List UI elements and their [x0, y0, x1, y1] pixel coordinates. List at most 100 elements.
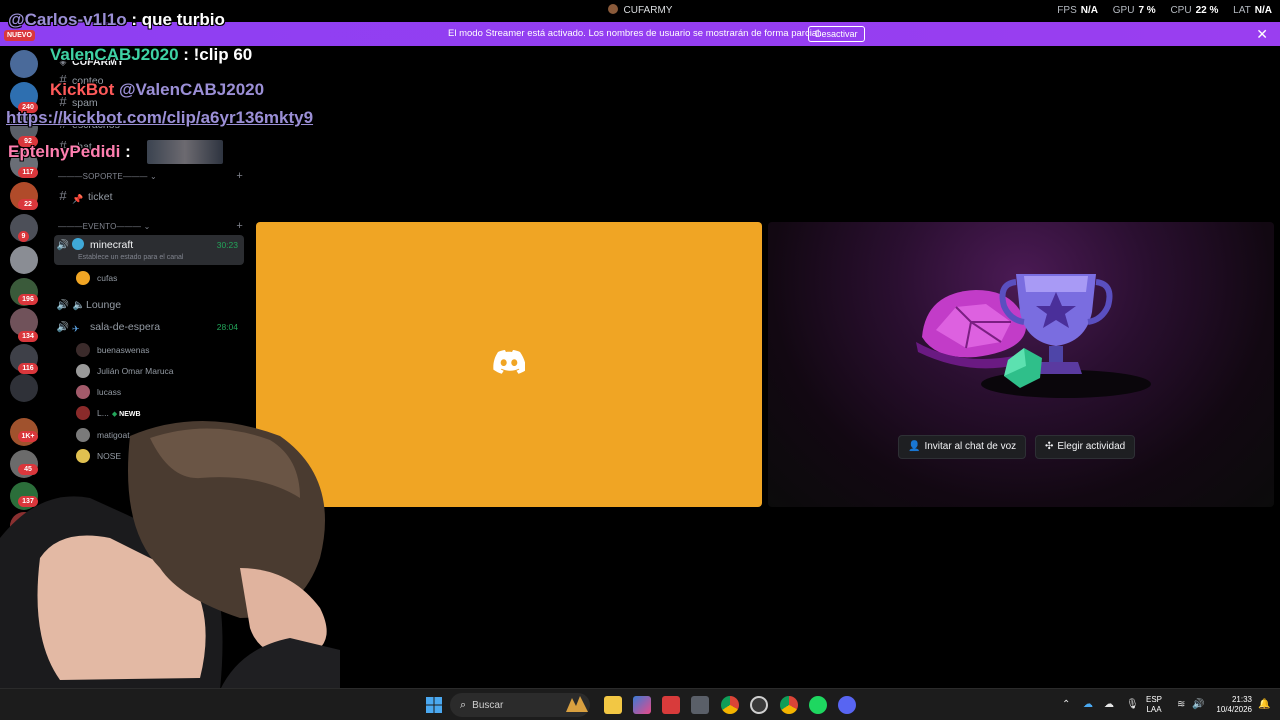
language-top: ESP	[1146, 695, 1163, 704]
chat-mention: @ValenCABJ2020	[118, 80, 265, 99]
photos-icon[interactable]	[633, 696, 651, 714]
channel-label: ticket	[88, 191, 113, 203]
channel-timer: 28:04	[216, 322, 238, 332]
channel-label: Lounge	[86, 299, 122, 311]
speaker-icon: 🔊	[56, 240, 70, 251]
store-icon[interactable]	[691, 696, 709, 714]
chat-overlay-line: EptelnyPedidi :	[8, 142, 131, 162]
activity-tile: 👤 Invitar al chat de voz ✣ Elegir activida…	[768, 222, 1274, 507]
unread-badge: 116	[18, 363, 38, 374]
voice-user[interactable]: buenaswenas	[76, 341, 149, 359]
newb-tag: ◆ NEWB	[112, 411, 141, 418]
chat-link: https://kickbot.com/clip/a6yr136mkty9	[6, 108, 314, 127]
banner-text: El modo Streamer está activado. Los nomb…	[448, 28, 822, 39]
volume-icon[interactable]: 🔊	[1192, 699, 1204, 710]
hash-icon: #	[59, 188, 67, 203]
choose-activity-label: Elegir actividad	[1057, 441, 1126, 452]
channel-status[interactable]: Establece un estado para el canal	[78, 253, 183, 263]
clock-date: 10/4/2026	[1216, 705, 1252, 714]
speaker-icon: 🔊	[56, 322, 70, 333]
chat-username: @Carlos-v1l1o	[8, 10, 127, 29]
server-icon[interactable]	[10, 374, 38, 402]
chat-message: : !clip 60	[183, 45, 253, 64]
cloud-icon[interactable]: ☁	[1104, 699, 1114, 710]
language-bottom: LAA	[1146, 705, 1162, 714]
discord-icon[interactable]	[838, 696, 856, 714]
voice-user[interactable]: Julián Omar Maruca	[76, 362, 174, 380]
windows-start-icon[interactable]	[426, 697, 442, 713]
plus-icon[interactable]: +	[236, 170, 243, 182]
category-label: ———EVENTO———	[58, 222, 142, 231]
channel-timer: 30:23	[216, 240, 238, 250]
spotify-icon[interactable]	[809, 696, 827, 714]
activity-icon: ✣	[1045, 441, 1054, 452]
window-title-text: CUFARMY	[623, 5, 673, 16]
perf-overlay: FPS N/A GPU 7 % CPU 22 % LAT N/A	[1045, 0, 1272, 22]
file-explorer-icon[interactable]	[604, 696, 622, 714]
invite-voice-label: Invitar al chat de voz	[924, 441, 1017, 452]
globe-icon	[72, 238, 84, 250]
choose-activity-button[interactable]: ✣ Elegir actividad	[1035, 435, 1136, 459]
search-icon: ⌕	[460, 699, 467, 711]
channel-ticket[interactable]: # 📌 ticket	[54, 186, 244, 206]
chat-image-thumbnail	[147, 140, 223, 164]
server-icon[interactable]	[10, 50, 38, 78]
office-icon[interactable]	[662, 696, 680, 714]
notification-bell-icon[interactable]: 🔔	[1258, 699, 1270, 710]
avatar	[76, 385, 90, 399]
chat-username: ValenCABJ2020	[50, 45, 179, 64]
user-label: cufas	[97, 273, 118, 283]
unread-badge: 117	[18, 167, 38, 178]
speaker-icon: 🔈	[72, 300, 86, 311]
chat-username: KickBot	[50, 80, 115, 99]
chat-overlay-line: ValenCABJ2020 : !clip 60	[50, 45, 252, 65]
chevron-down-icon: ⌄	[150, 172, 157, 181]
avatar	[76, 343, 90, 357]
microphone-icon[interactable]: 🎙	[1126, 699, 1139, 710]
user-label: Julián Omar Maruca	[97, 366, 174, 376]
lat-value: N/A	[1254, 5, 1272, 16]
category-soporte[interactable]: ———SOPORTE——— ⌄ +	[58, 170, 243, 182]
voice-channel-lounge[interactable]: 🔊 🔈Lounge	[54, 295, 244, 315]
trophy-illustration-icon	[916, 274, 1151, 398]
voice-user[interactable]: cufas	[76, 269, 117, 287]
channel-label: sala-de-espera	[90, 321, 161, 333]
chat-message: :	[125, 142, 131, 161]
language-indicator[interactable]: ESP LAA	[1146, 695, 1162, 715]
webcam-overlay	[0, 421, 340, 690]
plus-icon[interactable]: +	[236, 220, 243, 232]
disable-streamer-button[interactable]: Desactivar	[808, 26, 865, 42]
clock[interactable]: 21:33 10/4/2026	[1210, 695, 1252, 715]
invite-voice-button[interactable]: 👤 Invitar al chat de voz	[898, 435, 1027, 459]
cpu-value: 22 %	[1195, 5, 1219, 16]
category-evento[interactable]: ———EVENTO——— ⌄ +	[58, 220, 243, 232]
fps-value: N/A	[1080, 5, 1098, 16]
unread-badge: 9	[18, 231, 29, 242]
chevron-down-icon: ⌄	[143, 222, 151, 231]
chat-username: EptelnyPedidi	[8, 142, 121, 161]
server-icon[interactable]	[10, 246, 38, 274]
voice-channel-sala-de-espera[interactable]: 🔊 ✈ sala-de-espera 28:04	[54, 317, 244, 337]
clock-time: 21:33	[1231, 695, 1252, 704]
pin-icon: 📌	[72, 194, 84, 204]
server-icon	[607, 4, 618, 14]
onedrive-icon[interactable]: ☁	[1083, 699, 1093, 710]
obs-icon[interactable]	[750, 696, 768, 714]
chat-overlay-line: https://kickbot.com/clip/a6yr136mkty9	[6, 108, 313, 128]
newb-tag-label: NEWB	[119, 411, 141, 418]
speaker-icon: 🔊	[56, 300, 70, 311]
chevron-up-icon[interactable]: ⌃	[1062, 699, 1070, 710]
chrome-icon[interactable]	[780, 696, 798, 714]
voice-user[interactable]: lucass	[76, 383, 121, 401]
chrome-icon[interactable]	[721, 696, 739, 714]
cpu-label: CPU	[1170, 5, 1192, 16]
chat-overlay-line: @Carlos-v1l1o : que turbio	[8, 10, 225, 30]
user-label: buenaswenas	[97, 345, 150, 355]
voice-channel-minecraft[interactable]: 🔊 minecraft 30:23 Establece un estado par…	[54, 235, 244, 265]
close-icon[interactable]: ✕	[1256, 22, 1268, 46]
plane-icon: ✈	[72, 324, 80, 334]
user-label: lucass	[97, 387, 122, 397]
wifi-icon[interactable]: ≋	[1177, 699, 1185, 710]
fps-label: FPS	[1057, 5, 1077, 16]
new-badge: NUEVO	[4, 30, 35, 41]
